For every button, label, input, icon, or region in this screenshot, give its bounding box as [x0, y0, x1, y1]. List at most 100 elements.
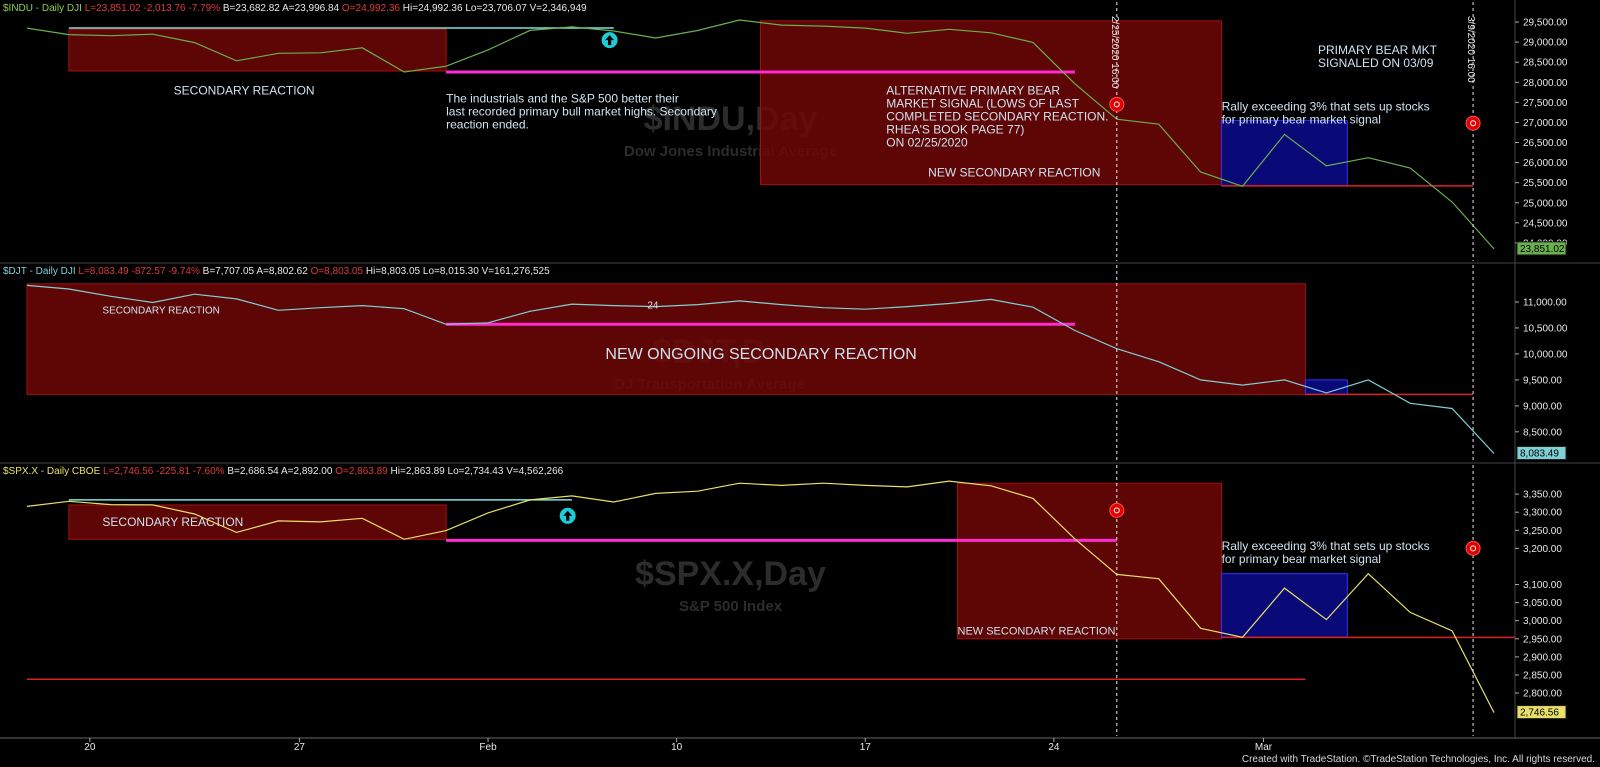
readout-field: B=7,707.05 — [203, 266, 257, 277]
x-tick-label: Mar — [1255, 742, 1273, 753]
annotation-line: NEW SECONDARY REACTION — [928, 166, 1100, 180]
readout-field: Hi=2,863.89 — [391, 466, 448, 477]
readout-field: O=24,992.36 — [342, 3, 403, 14]
readout-field: $DJT - Daily DJI — [3, 266, 78, 277]
readout-field: O=8,803.05 — [311, 266, 366, 277]
y-tick-label: 26,500.00 — [1523, 138, 1568, 149]
date-marker-label: 3/9/2020 16:00 — [1465, 16, 1476, 83]
annotation-line: SECONDARY REACTION — [102, 305, 219, 316]
annotation-line: last recorded primary bull market highs.… — [446, 104, 717, 118]
readout-field: V=2,346,949 — [530, 3, 587, 14]
y-tick-label: 24,500.00 — [1523, 218, 1568, 229]
y-tick-label: 28,500.00 — [1523, 58, 1568, 69]
stock-chart: $INDU,DayDow Jones Industrial Average2/2… — [0, 0, 1600, 767]
annotation-4: PRIMARY BEAR MKT SIGNALED ON 03/09 — [1318, 43, 1438, 70]
x-tick-label: 27 — [294, 742, 306, 753]
y-tick-label: 3,000.00 — [1523, 616, 1562, 627]
x-tick-label: 20 — [84, 742, 96, 753]
annotation-line: PRIMARY BEAR MKT — [1318, 43, 1438, 57]
y-tick-label: 9,500.00 — [1523, 375, 1562, 386]
signal-marker-icon — [1109, 96, 1125, 112]
date-marker-label: 2/25/2020 16:00 — [1109, 16, 1120, 89]
readout-field: L=8,083.49 — [78, 266, 131, 277]
readout-field: Lo=8,015.30 — [423, 266, 482, 277]
readout-field: Hi=24,992.36 — [403, 3, 466, 14]
y-tick-label: 29,000.00 — [1523, 38, 1568, 49]
readout-field: A=8,802.62 — [256, 266, 310, 277]
readout-field: V=161,276,525 — [482, 266, 551, 277]
annotation-3: NEW SECONDARY REACTION — [928, 166, 1100, 180]
annotation-0: SECONDARY REACTION — [102, 305, 219, 316]
last-price-label: 2,746.56 — [1520, 708, 1559, 719]
y-tick-label: 27,500.00 — [1523, 98, 1568, 109]
y-tick-label: 26,000.00 — [1523, 158, 1568, 169]
reaction-box-2 — [1221, 573, 1348, 638]
signal-marker-icon — [1465, 115, 1481, 131]
readout-field: -7.60% — [193, 466, 227, 477]
readout-field: $INDU - Daily DJI — [3, 3, 85, 14]
symbol-readout: $INDU - Daily DJI L=23,851.02 -2,013.76 … — [3, 3, 587, 14]
signal-marker-icon — [1109, 502, 1125, 518]
y-tick-label: 10,500.00 — [1523, 323, 1568, 334]
y-tick-label: 29,500.00 — [1523, 18, 1568, 29]
annotation-line: reaction ended. — [446, 117, 529, 131]
readout-field: -225.81 — [156, 466, 193, 477]
x-tick-label: 10 — [671, 742, 683, 753]
y-tick-label: 8,500.00 — [1523, 427, 1562, 438]
annotation-line: NEW SECONDARY REACTION — [958, 625, 1116, 637]
annotation-line: Rally exceeding 3% that sets up stocks — [1222, 99, 1430, 113]
reaction-box-0 — [26, 283, 1306, 395]
annotation-1: 24 — [647, 301, 659, 312]
readout-field: A=2,892.00 — [281, 466, 335, 477]
readout-field: -9.74% — [168, 266, 202, 277]
last-price-label: 23,851.02 — [1520, 244, 1565, 255]
y-tick-label: 27,000.00 — [1523, 118, 1568, 129]
watermark-subtitle: S&P 500 Index — [679, 598, 783, 615]
y-tick-label: 2,900.00 — [1523, 652, 1562, 663]
annotation-line: The industrials and the S&P 500 better t… — [446, 91, 679, 105]
reaction-box-2 — [1221, 119, 1348, 187]
annotation-line: for primary bear market signal — [1222, 552, 1381, 566]
signal-marker-icon — [1465, 540, 1481, 556]
annotation-line: RHEA'S BOOK PAGE 77) — [886, 122, 1024, 136]
readout-field: V=4,562,266 — [506, 466, 563, 477]
reaction-box-1 — [957, 482, 1223, 640]
annotation-line: MARKET SIGNAL (LOWS OF LAST — [886, 96, 1079, 110]
annotation-line: SECONDARY REACTION — [102, 515, 243, 529]
y-tick-label: 10,000.00 — [1523, 349, 1568, 360]
y-tick-label: 2,800.00 — [1523, 689, 1562, 700]
readout-field: B=2,686.54 — [227, 466, 281, 477]
y-tick-label: 2,950.00 — [1523, 634, 1562, 645]
readout-field: Lo=23,706.07 — [465, 3, 529, 14]
readout-field: B=23,682.82 — [223, 3, 282, 14]
annotation-line: ALTERNATIVE PRIMARY BEAR — [886, 83, 1060, 97]
y-tick-label: 3,050.00 — [1523, 598, 1562, 609]
readout-field: O=2,863.89 — [335, 466, 390, 477]
y-tick-label: 3,100.00 — [1523, 580, 1562, 591]
annotation-0: SECONDARY REACTION — [102, 515, 243, 529]
y-tick-label: 28,000.00 — [1523, 78, 1568, 89]
x-tick-label: Feb — [479, 742, 497, 753]
y-tick-label: 3,250.00 — [1523, 526, 1562, 537]
symbol-readout: $DJT - Daily DJI L=8,083.49 -872.57 -9.7… — [3, 266, 550, 277]
annotation-line: SECONDARY REACTION — [174, 83, 315, 97]
footer-credit: Created with TradeStation. ©TradeStation… — [1242, 754, 1595, 765]
readout-field: L=23,851.02 — [85, 3, 144, 14]
readout-field: -7.79% — [188, 3, 222, 14]
last-price-label: 8,083.49 — [1520, 448, 1559, 459]
annotation-line: ON 02/25/2020 — [886, 135, 968, 149]
y-tick-label: 25,000.00 — [1523, 198, 1568, 209]
readout-field: L=2,746.56 — [103, 466, 156, 477]
annotation-0: SECONDARY REACTION — [174, 83, 315, 97]
readout-field: $SPX.X - Daily CBOE — [3, 466, 103, 477]
watermark-title: $SPX.X,Day — [635, 555, 826, 593]
y-tick-label: 2,850.00 — [1523, 670, 1562, 681]
y-tick-label: 25,500.00 — [1523, 178, 1568, 189]
x-tick-label: 17 — [860, 742, 872, 753]
readout-field: A=23,996.84 — [282, 3, 342, 14]
annotation-line: SIGNALED ON 03/09 — [1318, 56, 1434, 70]
y-tick-label: 3,200.00 — [1523, 544, 1562, 555]
readout-field: Lo=2,734.43 — [448, 466, 507, 477]
readout-field: -872.57 — [132, 266, 169, 277]
y-tick-label: 3,300.00 — [1523, 508, 1562, 519]
